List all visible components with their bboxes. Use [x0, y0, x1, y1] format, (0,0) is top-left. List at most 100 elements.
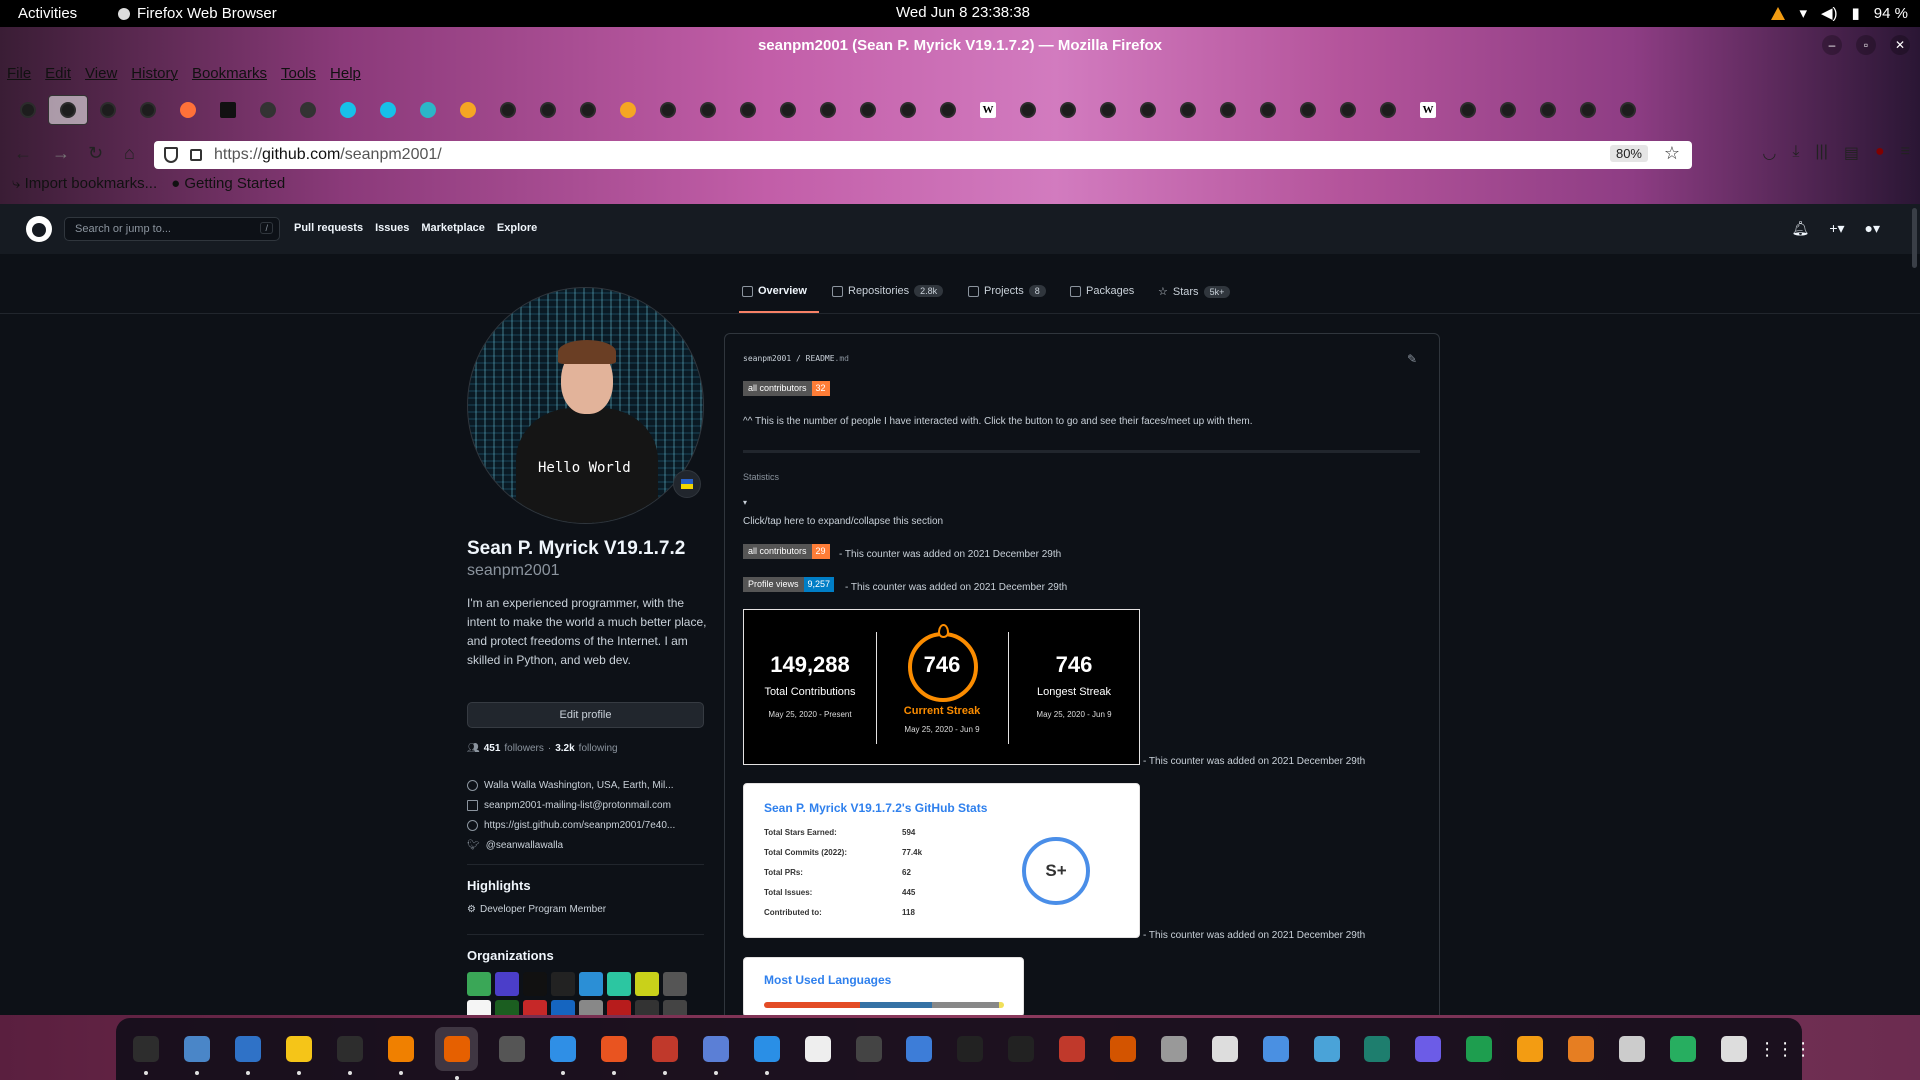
- dock-app-icon[interactable]: [1412, 1032, 1445, 1066]
- tab-github-icon[interactable]: [888, 95, 928, 125]
- dock-app-icon[interactable]: [1208, 1032, 1241, 1066]
- tab-github-icon[interactable]: [928, 95, 968, 125]
- dock-app-icon[interactable]: [1310, 1032, 1343, 1066]
- tab-github-icon[interactable]: [1088, 95, 1128, 125]
- tab-github-icon[interactable]: [568, 95, 608, 125]
- bookmark-import[interactable]: ⤷ Import bookmarks...: [12, 175, 157, 192]
- organization-avatar[interactable]: [495, 972, 519, 996]
- dock-app-icon[interactable]: [1056, 1032, 1089, 1066]
- clock[interactable]: Wed Jun 8 23:38:38: [896, 4, 1030, 21]
- tab-coin-icon[interactable]: [448, 95, 488, 125]
- tab-medium-icon[interactable]: [208, 95, 248, 125]
- organization-avatar[interactable]: [579, 972, 603, 996]
- address-bar[interactable]: https://github.com/seanpm2001/ 80% ☆: [154, 141, 1692, 169]
- tab-github-icon[interactable]: [128, 95, 168, 125]
- profile-views-badge[interactable]: Profile views 9,257: [743, 577, 835, 592]
- dock-app-icon[interactable]: [1616, 1032, 1649, 1066]
- dock-app-icon[interactable]: [1259, 1032, 1292, 1066]
- edit-pencil-icon[interactable]: ✎: [1407, 352, 1417, 366]
- organization-avatar[interactable]: [523, 972, 547, 996]
- downloads-icon[interactable]: ⤓: [1792, 143, 1799, 163]
- dock-app-icon[interactable]: [1463, 1032, 1496, 1066]
- pocket-icon[interactable]: ◡: [1762, 143, 1776, 163]
- url-text[interactable]: https://github.com/seanpm2001/: [214, 146, 442, 164]
- show-applications-grid-icon[interactable]: ⋮⋮⋮: [1758, 1032, 1812, 1066]
- user-avatar-menu[interactable]: ●▾: [1865, 220, 1880, 237]
- minimize-button[interactable]: –: [1822, 35, 1842, 55]
- tab-github-icon[interactable]: [1528, 95, 1568, 125]
- menu-history[interactable]: History: [131, 65, 178, 82]
- tab-github-icon[interactable]: [88, 95, 128, 125]
- menu-bookmarks[interactable]: Bookmarks: [192, 65, 267, 82]
- website-link[interactable]: https://gist.github.com/seanpm2001/7e40.…: [484, 820, 675, 831]
- nav-issues[interactable]: Issues: [375, 222, 409, 234]
- reload-button[interactable]: ↻: [88, 143, 103, 164]
- followers-label[interactable]: followers: [504, 743, 543, 754]
- lock-icon[interactable]: [190, 149, 202, 161]
- twitter-link[interactable]: @seanwallawalla: [486, 840, 563, 851]
- dock-app-icon[interactable]: [903, 1032, 936, 1066]
- tab-github-icon[interactable]: [1568, 95, 1608, 125]
- organization-avatar[interactable]: [607, 972, 631, 996]
- tab-github-icon[interactable]: [768, 95, 808, 125]
- tab-firefox-icon[interactable]: [168, 95, 208, 125]
- maximize-button[interactable]: ▫: [1856, 35, 1876, 55]
- tab-github-icon[interactable]: [1008, 95, 1048, 125]
- dock-app-icon[interactable]: [801, 1032, 834, 1066]
- tab-wikipedia-icon[interactable]: W: [968, 95, 1008, 125]
- bookmark-getting-started[interactable]: ● Getting Started: [171, 175, 285, 192]
- tab-star-blue-icon[interactable]: [368, 95, 408, 125]
- activities-button[interactable]: Activities: [18, 5, 77, 22]
- bookmark-star-icon[interactable]: ☆: [1664, 143, 1680, 164]
- dock-app-icon[interactable]: [1717, 1032, 1750, 1066]
- forward-button[interactable]: →: [52, 143, 70, 164]
- tab-github-icon[interactable]: [1288, 95, 1328, 125]
- dock-app-icon[interactable]: [232, 1032, 265, 1075]
- dock-app-icon[interactable]: [130, 1032, 163, 1075]
- tab-rocket-icon[interactable]: [608, 95, 648, 125]
- tab-projects[interactable]: Projects 8: [968, 285, 1046, 297]
- email-link[interactable]: seanpm2001-mailing-list@protonmail.com: [484, 800, 671, 811]
- tab-github-icon[interactable]: [488, 95, 528, 125]
- tab-star-blue-icon[interactable]: [328, 95, 368, 125]
- tab-github-icon[interactable]: [688, 95, 728, 125]
- tab-overview[interactable]: Overview: [742, 285, 807, 297]
- dock-app-icon[interactable]: [852, 1032, 885, 1066]
- tab-github-icon[interactable]: [848, 95, 888, 125]
- tab-github-icon[interactable]: [1368, 95, 1408, 125]
- tab-github-icon[interactable]: [1048, 95, 1088, 125]
- app-menu[interactable]: Firefox Web Browser: [118, 5, 277, 22]
- tab-github-icon[interactable]: [1208, 95, 1248, 125]
- toggle-arrow[interactable]: ▾: [743, 498, 747, 507]
- notifications-bell-icon[interactable]: 🔔︎: [1792, 220, 1810, 237]
- dock-app-icon[interactable]: [1107, 1032, 1140, 1066]
- sidebar-icon[interactable]: ▤: [1844, 143, 1859, 163]
- dock-app-icon[interactable]: [547, 1032, 580, 1075]
- dock-app-icon[interactable]: [1514, 1032, 1547, 1066]
- dock-app-icon[interactable]: [649, 1032, 682, 1075]
- tab-github-icon[interactable]: [1448, 95, 1488, 125]
- dock-app-icon[interactable]: [1666, 1032, 1699, 1066]
- tab-wikipedia-icon[interactable]: W: [1408, 95, 1448, 125]
- tab-puzzle-icon[interactable]: [288, 95, 328, 125]
- dock-app-icon[interactable]: [283, 1032, 316, 1075]
- tab-github-icon[interactable]: [1488, 95, 1528, 125]
- dock-app-icon[interactable]: [954, 1032, 987, 1066]
- organization-avatar[interactable]: [551, 972, 575, 996]
- dock-app-icon[interactable]: [334, 1032, 367, 1075]
- readme-path-user[interactable]: seanpm2001: [743, 354, 791, 363]
- dock-app-icon[interactable]: [1157, 1032, 1190, 1066]
- create-new-icon[interactable]: +▾: [1829, 220, 1844, 237]
- dock-app-icon[interactable]: [1565, 1032, 1598, 1066]
- following-label[interactable]: following: [579, 743, 618, 754]
- organization-avatar[interactable]: [663, 972, 687, 996]
- tab-repositories[interactable]: Repositories 2.8k: [832, 285, 944, 297]
- tab-github-icon[interactable]: [1128, 95, 1168, 125]
- nav-explore[interactable]: Explore: [497, 222, 537, 234]
- organization-avatar[interactable]: [635, 972, 659, 996]
- vlc-tray-icon[interactable]: [1771, 6, 1786, 20]
- tab-github-icon[interactable]: [1248, 95, 1288, 125]
- tab-github-icon[interactable]: [528, 95, 568, 125]
- all-contributors-badge[interactable]: all contributors 32: [743, 381, 830, 396]
- tab-cloud-icon[interactable]: [408, 95, 448, 125]
